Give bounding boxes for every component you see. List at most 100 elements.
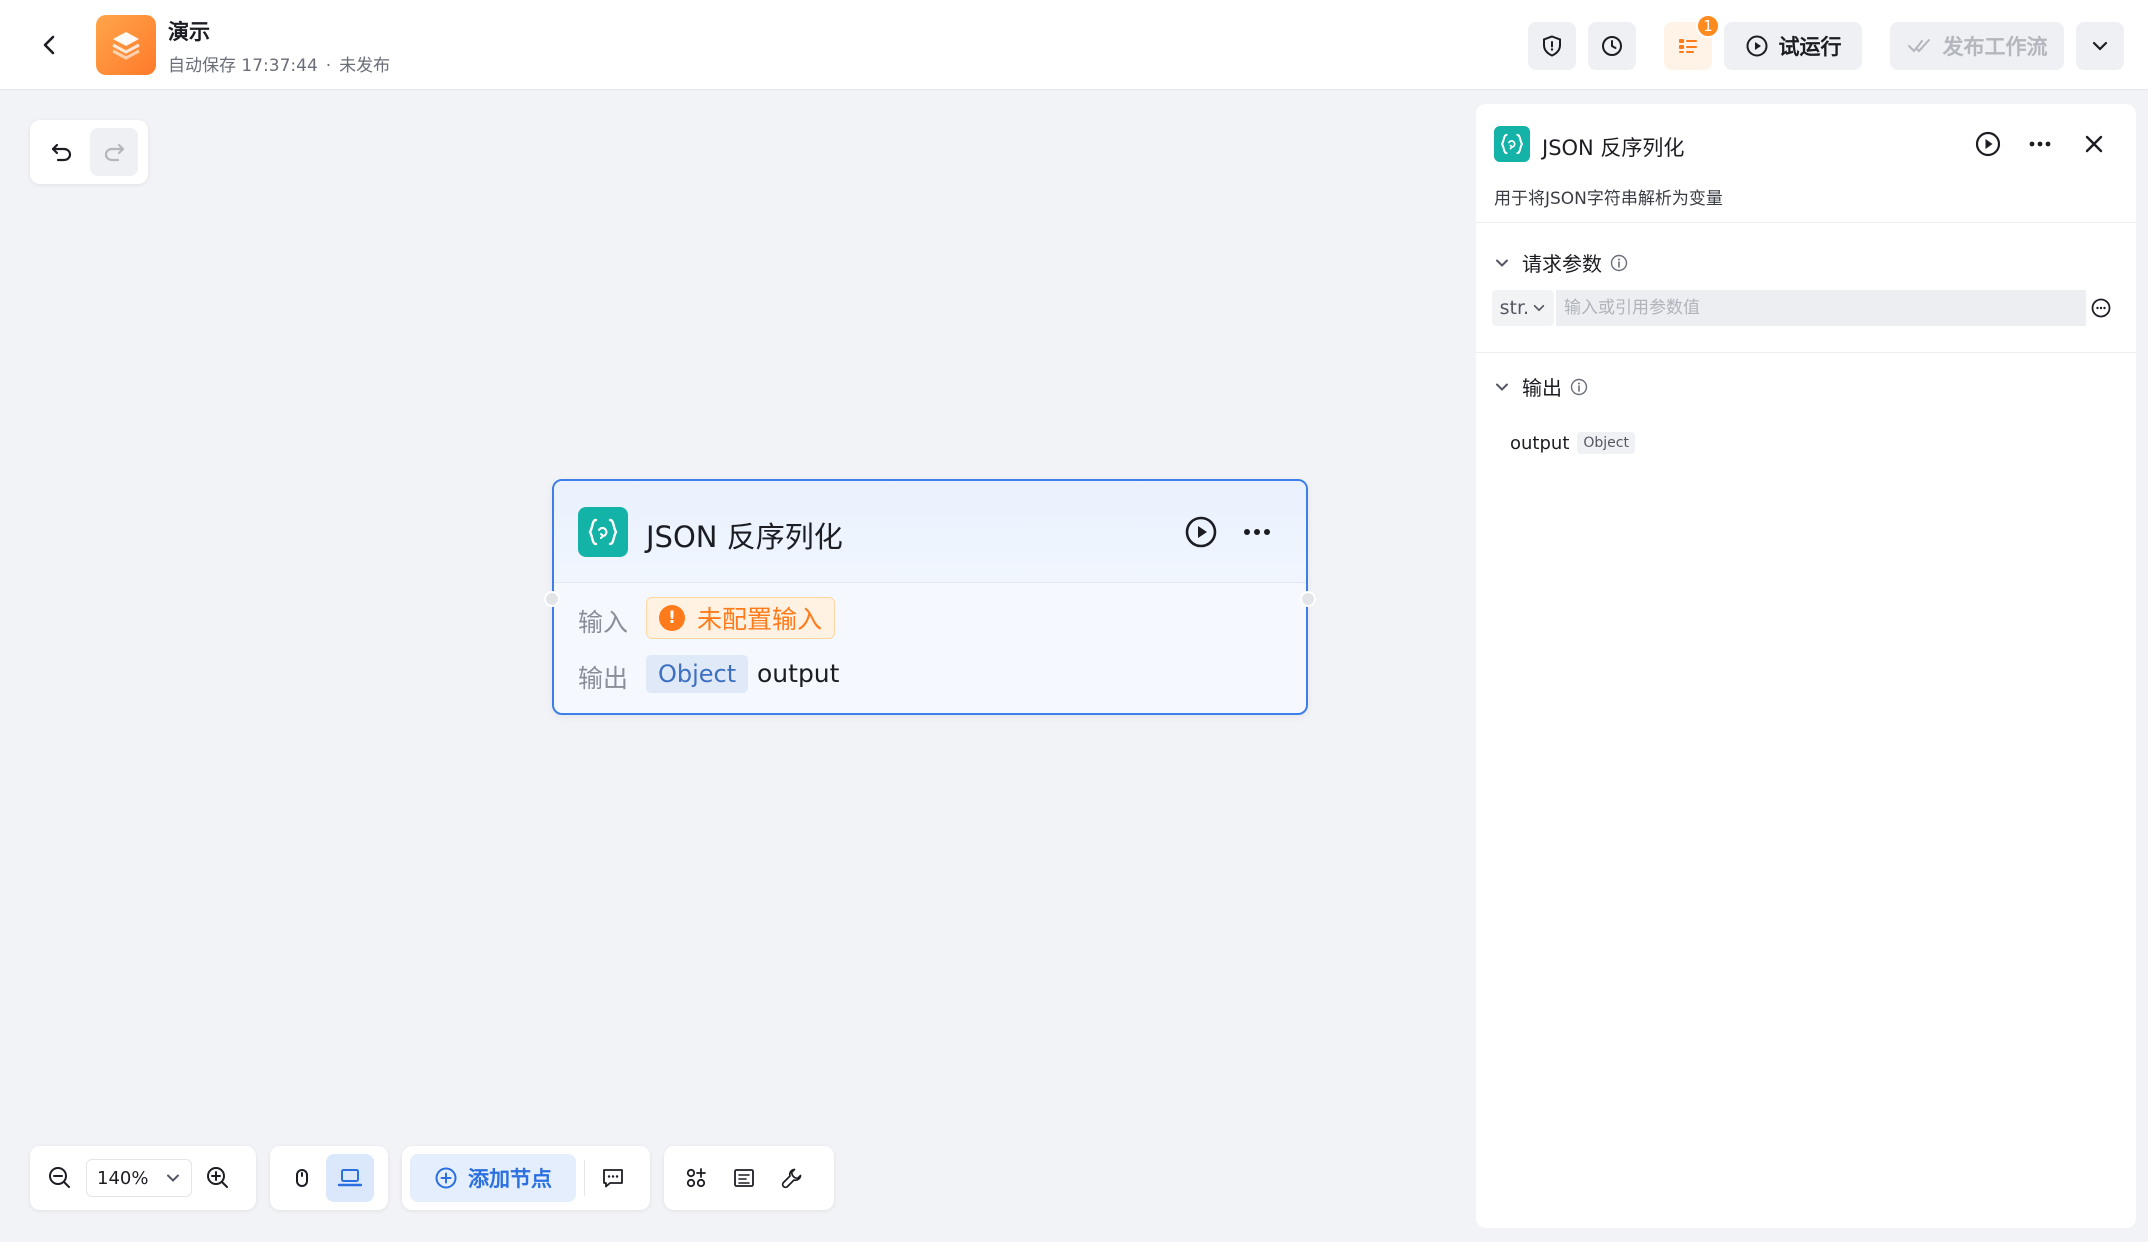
save-status: 自动保存 17:37:44 · 未发布: [168, 51, 390, 76]
request-params-toggle[interactable]: 请求参数: [1494, 248, 1628, 277]
undo-icon: [51, 143, 72, 162]
mouse-icon: [296, 1169, 308, 1187]
input-warning-tag: ! 未配置输入: [646, 597, 836, 639]
output-section-toggle[interactable]: 输出: [1494, 372, 1588, 401]
play-icon: [1746, 35, 1767, 57]
output-variable-name: output: [1510, 432, 1570, 454]
chevron-down-icon: [1534, 304, 1545, 312]
back-arrow-icon: [43, 35, 55, 55]
divider: [1476, 352, 2136, 353]
json-braces-icon: [1494, 126, 1530, 162]
panel-description: 用于将JSON字符串解析为变量: [1494, 189, 1723, 209]
close-icon: [2085, 135, 2103, 153]
zoom-out-button[interactable]: [38, 1154, 82, 1202]
notes-button[interactable]: [720, 1154, 768, 1202]
plus-circle-icon: [435, 1167, 457, 1189]
zoom-controls: 140%: [30, 1146, 256, 1210]
input-port[interactable]: [544, 591, 560, 607]
more-actions-dropdown[interactable]: [2076, 22, 2124, 70]
node-input-label: 输入: [578, 608, 629, 637]
publish-workflow-button[interactable]: 发布工作流: [1890, 22, 2064, 70]
note-icon: [734, 1169, 754, 1187]
chevron-down-icon: [167, 1174, 179, 1182]
chevron-down-icon: [1496, 259, 1508, 267]
param-type-select[interactable]: str.: [1492, 290, 1554, 326]
plugins-button[interactable]: [672, 1154, 720, 1202]
clock-icon: [1602, 36, 1622, 56]
security-button[interactable]: [1528, 22, 1576, 70]
input-warning-text: 未配置输入: [697, 605, 823, 634]
history-button[interactable]: [1588, 22, 1636, 70]
trackpad-mode-button[interactable]: [326, 1154, 374, 1202]
zoom-in-button[interactable]: [196, 1154, 240, 1202]
panel-title: JSON 反序列化: [1542, 136, 1685, 160]
interaction-mode-group: [270, 1146, 388, 1210]
request-params-title: 请求参数: [1522, 252, 1602, 276]
plugins-icon: [686, 1168, 706, 1188]
node-header: JSON 反序列化: [554, 481, 1306, 583]
autosave-time: 自动保存 17:37:44: [168, 56, 318, 76]
problems-list-icon: [1679, 39, 1697, 53]
toolbar-separator: [584, 1160, 585, 1196]
output-variable-row: output Object: [1510, 432, 1635, 454]
zoom-in-icon: [207, 1167, 228, 1188]
problems-button[interactable]: 1: [1664, 14, 1720, 70]
output-variable-type: Object: [1577, 432, 1635, 454]
test-run-label: 试运行: [1778, 35, 1842, 59]
problems-count-badge: 1: [1696, 14, 1720, 38]
play-icon: [1975, 131, 2001, 157]
param-row: str.: [1492, 290, 2116, 326]
undo-button[interactable]: [38, 128, 86, 176]
node-config-panel: JSON 反序列化 用于将JSON字符串解析为变量 请求参数 str. 输出 o…: [1476, 104, 2136, 1228]
more-icon: [1244, 529, 1270, 535]
settings-tool-button[interactable]: [768, 1154, 816, 1202]
more-icon: [2029, 141, 2051, 147]
panel-run-button[interactable]: [1974, 130, 2002, 162]
panel-close-button[interactable]: [2080, 130, 2108, 162]
wrench-icon: [781, 1168, 802, 1189]
redo-icon: [104, 143, 125, 162]
add-node-button[interactable]: 添加节点: [410, 1154, 576, 1202]
json-deserialize-node[interactable]: JSON 反序列化 输入 ! 未配置输入 输出 Object output: [544, 479, 1316, 715]
mouse-mode-button[interactable]: [278, 1154, 326, 1202]
param-value-input[interactable]: [1556, 290, 2086, 326]
add-comment-button[interactable]: [593, 1154, 633, 1202]
laptop-icon: [337, 1169, 363, 1187]
add-node-group: 添加节点: [402, 1146, 650, 1210]
back-button[interactable]: [30, 25, 70, 65]
comment-icon: [603, 1169, 623, 1188]
chevron-down-icon: [1496, 383, 1508, 391]
double-check-icon: [1907, 39, 1930, 53]
publish-status: 未发布: [339, 56, 391, 76]
top-header: 演示 自动保存 17:37:44 · 未发布 1 试运行 发布工作流: [0, 0, 2148, 90]
param-type-value: str.: [1499, 297, 1530, 319]
panel-more-button[interactable]: [2026, 130, 2054, 162]
output-port[interactable]: [1300, 591, 1316, 607]
utility-tools-group: [664, 1146, 834, 1210]
output-name: output: [757, 659, 840, 688]
node-title: JSON 反序列化: [646, 520, 843, 554]
node-output-label: 输出: [578, 664, 629, 693]
play-icon: [1185, 516, 1217, 548]
variable-ref-button[interactable]: [2086, 290, 2116, 326]
zoom-out-icon: [49, 1167, 70, 1188]
app-logo: [96, 15, 156, 75]
test-run-button[interactable]: 试运行: [1724, 22, 1862, 70]
zoom-level-select[interactable]: 140%: [86, 1159, 192, 1197]
publish-workflow-label: 发布工作流: [1942, 35, 2048, 59]
info-icon: [1570, 378, 1588, 395]
json-braces-icon: [578, 507, 628, 557]
chevron-down-icon: [2092, 41, 2108, 51]
variable-ref-icon: [2091, 298, 2111, 318]
node-run-button[interactable]: [1184, 515, 1218, 553]
output-type-tag: Object: [646, 655, 749, 693]
divider: [1476, 222, 2136, 223]
zoom-level-value: 140%: [97, 1167, 149, 1189]
undo-redo-group: [30, 120, 148, 184]
add-node-label: 添加节点: [468, 1167, 552, 1191]
redo-button[interactable]: [90, 128, 138, 176]
separator-dot: ·: [325, 56, 332, 76]
node-more-button[interactable]: [1240, 515, 1274, 553]
shield-icon: [1543, 35, 1561, 57]
warning-icon: !: [659, 605, 685, 631]
